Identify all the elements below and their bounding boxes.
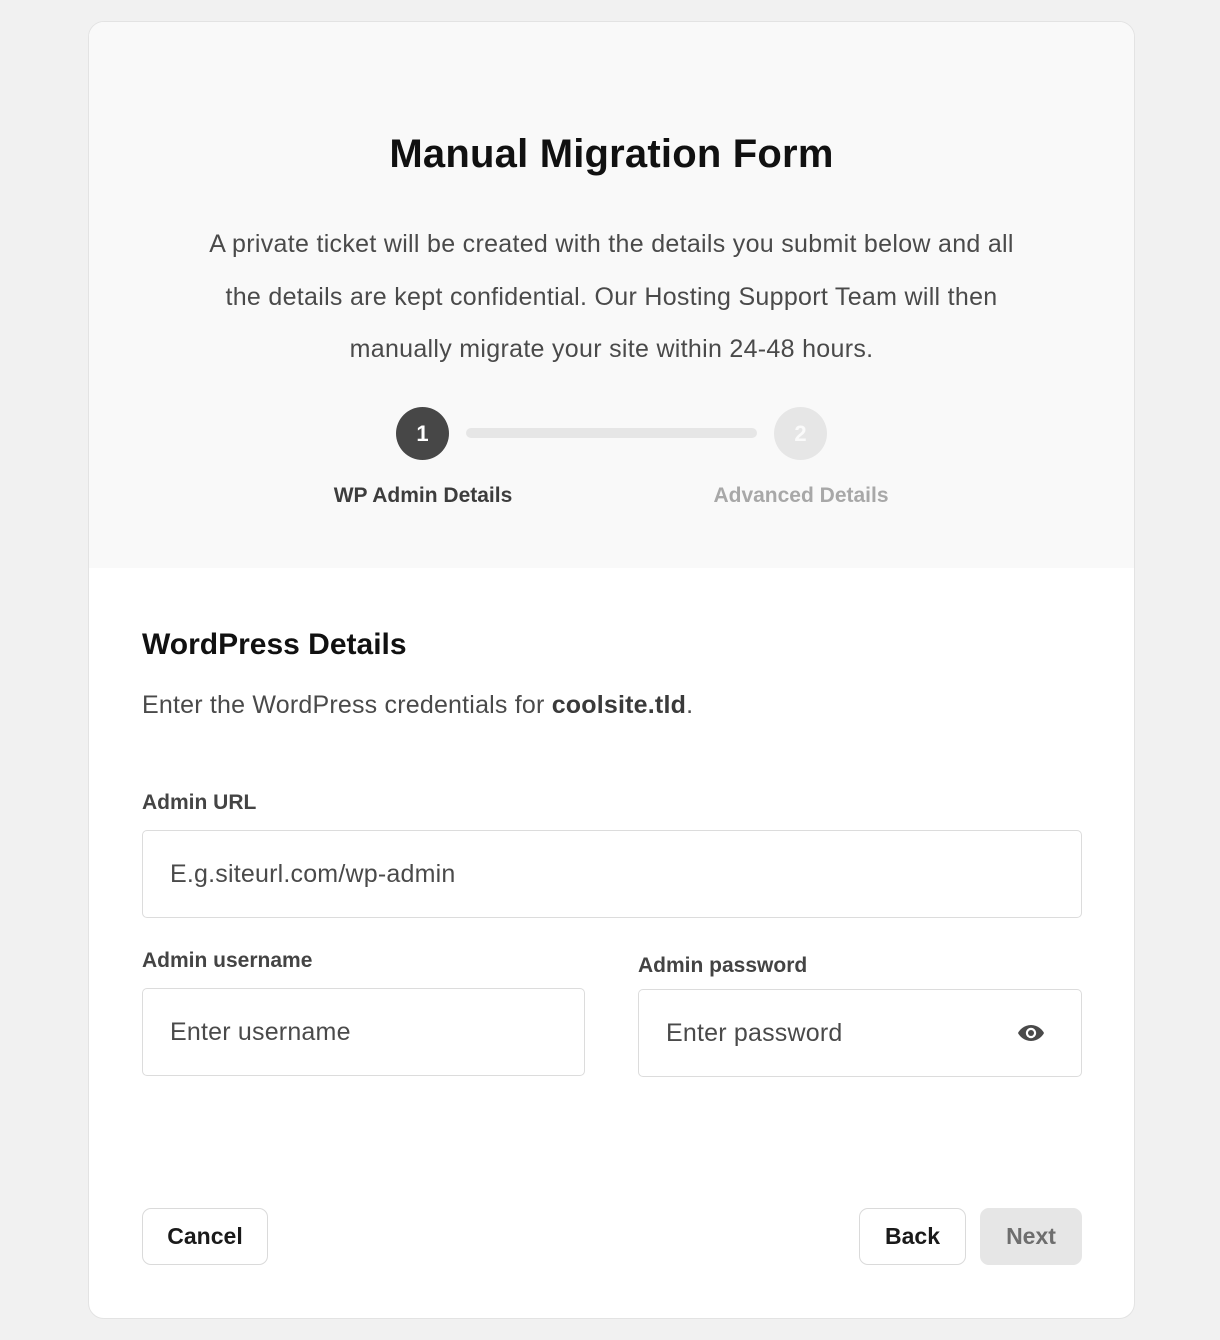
admin-url-input[interactable]: E.g.siteurl.com/wp-admin	[142, 830, 1082, 918]
site-domain: coolsite.tld	[551, 691, 687, 719]
section-description: Enter the WordPress credentials for cool…	[142, 691, 693, 720]
admin-username-placeholder: Enter username	[170, 1017, 351, 1046]
step-1-label: WP Admin Details	[333, 484, 513, 507]
section-title: WordPress Details	[142, 628, 407, 661]
admin-password-input[interactable]: Enter password	[638, 989, 1082, 1077]
section-desc-suffix: .	[686, 691, 694, 719]
eye-icon[interactable]	[1017, 1024, 1045, 1042]
progress-stepper: 1 2 WP Admin Details Advanced Details	[89, 22, 1134, 568]
admin-username-label: Admin username	[142, 949, 313, 972]
admin-url-placeholder: E.g.siteurl.com/wp-admin	[170, 859, 456, 888]
step-connector	[466, 428, 757, 438]
step-2-label: Advanced Details	[713, 484, 889, 507]
next-button[interactable]: Next	[980, 1208, 1082, 1265]
form-header: Manual Migration Form A private ticket w…	[89, 22, 1134, 568]
admin-username-input[interactable]: Enter username	[142, 988, 585, 1076]
admin-password-placeholder: Enter password	[666, 1018, 843, 1047]
admin-url-label: Admin URL	[142, 791, 257, 814]
cancel-button[interactable]: Cancel	[142, 1208, 268, 1265]
section-desc-prefix: Enter the WordPress credentials for	[142, 691, 552, 719]
step-2-indicator: 2	[774, 407, 827, 460]
admin-password-label: Admin password	[638, 954, 808, 977]
step-1-indicator: 1	[396, 407, 449, 460]
migration-form-card: Manual Migration Form A private ticket w…	[88, 21, 1135, 1319]
back-button[interactable]: Back	[859, 1208, 966, 1265]
